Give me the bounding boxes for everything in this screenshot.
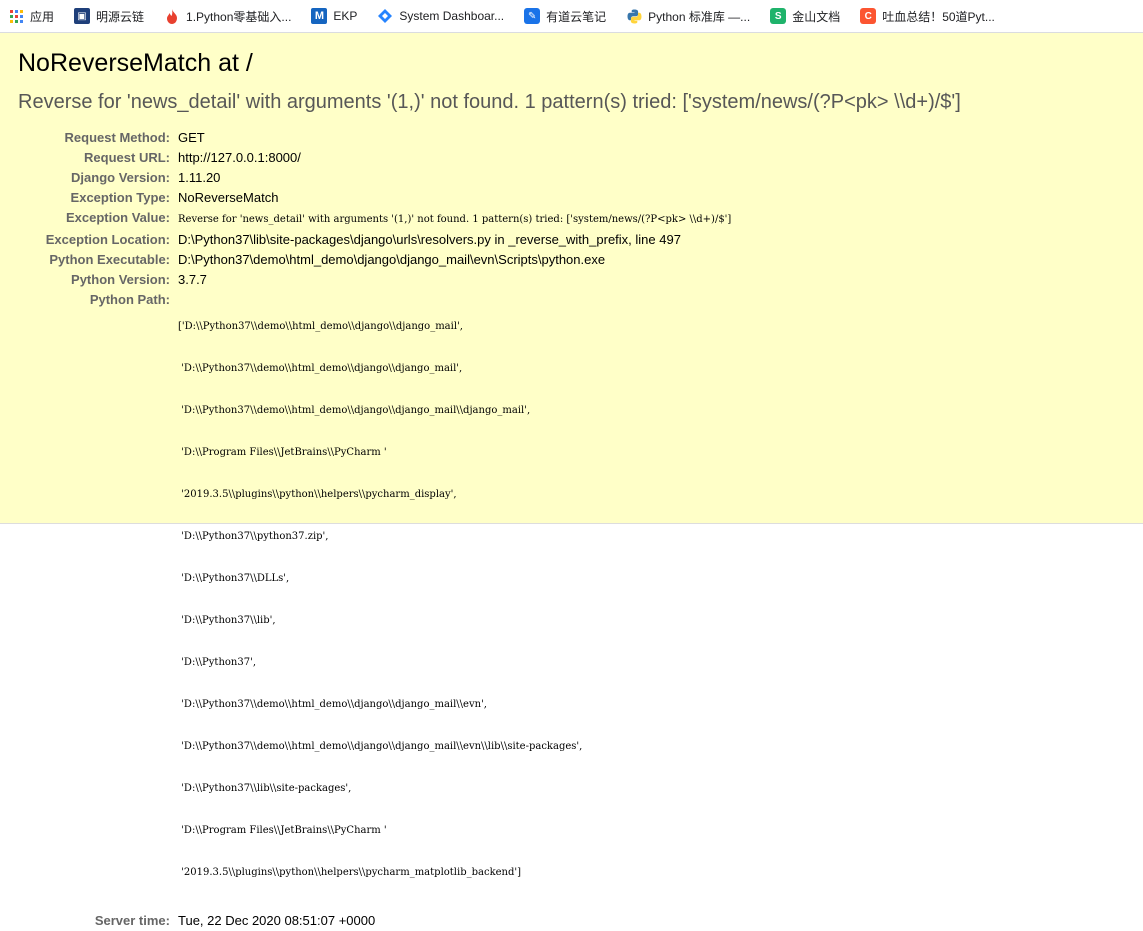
meta-value: Reverse for 'news_detail' with arguments… — [178, 214, 732, 225]
meta-label: Exception Type: — [70, 190, 170, 205]
apps-grid-icon — [8, 8, 24, 24]
bookmark-label: 金山文档 — [792, 9, 841, 24]
bookmark-python-stdlib[interactable]: Python 标准库 —... — [626, 8, 750, 25]
meta-value: D:\Python37\lib\site-packages\django\url… — [178, 232, 681, 247]
error-message: Reverse for 'news_detail' with arguments… — [18, 91, 961, 113]
python-path-entry: 'D:\\Python37\\python37.zip', — [178, 531, 329, 542]
python-path-entry: 'D:\\Python37\\lib', — [178, 615, 276, 626]
bookmark-label: System Dashboar... — [399, 9, 505, 23]
meta-value: 3.7.7 — [178, 272, 207, 287]
python-path-entry: '2019.3.5\\plugins\\python\\helpers\\pyc… — [178, 489, 457, 500]
meta-label: Exception Location: — [45, 232, 170, 247]
meta-row-python-version: Python Version: 3.7.7 — [18, 270, 731, 290]
meta-label: Request Method: — [64, 130, 170, 145]
meta-label: Exception Value: — [65, 210, 170, 225]
kingsoft-docs-icon: S — [770, 8, 787, 24]
csdn-c-icon: C — [860, 8, 877, 24]
python-path-entry: 'D:\\Python37\\demo\\html_demo\\django\\… — [178, 741, 583, 752]
error-title: NoReverseMatch at / — [18, 49, 253, 77]
meta-label: Python Executable: — [49, 252, 170, 267]
bookmark-csdn-article[interactable]: C 吐血总结！50道Pyt... — [860, 8, 995, 25]
meta-value: 1.11.20 — [178, 170, 221, 185]
python-path-entry: 'D:\\Python37\\demo\\html_demo\\django\\… — [178, 699, 487, 710]
python-path-entry: 'D:\\Python37\\demo\\html_demo\\django\\… — [178, 363, 463, 374]
python-path-entry: 'D:\\Program Files\\JetBrains\\PyCharm ' — [178, 825, 387, 836]
meta-label: Request URL: — [84, 150, 170, 165]
python-path-entry: 'D:\\Python37\\lib\\site-packages', — [178, 783, 352, 794]
bookmark-label: 应用 — [30, 9, 55, 24]
meta-row-request-method: Request Method: GET — [18, 128, 731, 148]
meta-row-exception-location: Exception Location: D:\Python37\lib\site… — [18, 230, 731, 250]
bookmark-label: Python 标准库 —... — [648, 9, 751, 24]
jira-diamond-icon — [377, 8, 393, 24]
bookmarks-bar: 应用 ▣ 明源云链 1.Python零基础入... M EKP System D… — [0, 0, 1143, 33]
python-logo-icon — [626, 8, 642, 24]
error-summary: NoReverseMatch at / Reverse for 'news_de… — [0, 33, 1143, 928]
meta-row-server-time: Server time: Tue, 22 Dec 2020 08:51:07 +… — [18, 911, 731, 931]
python-path-list: ['D:\\Python37\\demo\\html_demo\\django\… — [178, 292, 731, 908]
meta-label: Django Version: — [71, 170, 170, 185]
bookmark-mingyuan[interactable]: ▣ 明源云链 — [74, 8, 144, 25]
bookmark-label: 明源云链 — [96, 9, 145, 24]
bookmark-python-course[interactable]: 1.Python零基础入... — [164, 8, 291, 25]
python-path-entry: ['D:\\Python37\\demo\\html_demo\\django\… — [178, 321, 463, 332]
bookmark-label: EKP — [333, 9, 358, 23]
python-path-entry: 'D:\\Python37\\demo\\html_demo\\django\\… — [178, 405, 531, 416]
mingyuan-logo-icon: ▣ — [74, 8, 91, 24]
bookmark-label: 吐血总结！50道Pyt... — [882, 9, 995, 24]
meta-value: http://127.0.0.1:8000/ — [178, 150, 301, 165]
meta-label: Python Version: — [71, 272, 170, 287]
meta-value: GET — [178, 130, 205, 145]
youdao-note-icon: ✎ — [524, 8, 541, 24]
python-path-entry: 'D:\\Program Files\\JetBrains\\PyCharm ' — [178, 447, 387, 458]
bookmark-label: 有道云笔记 — [546, 9, 607, 24]
flame-icon — [164, 8, 180, 24]
meta-row-exception-type: Exception Type: NoReverseMatch — [18, 188, 731, 208]
meta-value: NoReverseMatch — [178, 190, 279, 205]
meta-row-request-url: Request URL: http://127.0.0.1:8000/ — [18, 148, 731, 168]
bookmark-youdao-note[interactable]: ✎ 有道云笔记 — [524, 8, 606, 25]
bookmark-kingsoft-docs[interactable]: S 金山文档 — [770, 8, 840, 25]
meta-label: Python Path: — [89, 292, 170, 307]
meta-row-python-executable: Python Executable: D:\Python37\demo\html… — [18, 250, 731, 270]
python-path-entry: 'D:\\Python37\\DLLs', — [178, 573, 290, 584]
request-meta-table: Request Method: GET Request URL: http://… — [18, 128, 732, 931]
bookmark-ekp[interactable]: M EKP — [311, 8, 357, 24]
meta-value: Tue, 22 Dec 2020 08:51:07 +0000 — [178, 913, 376, 928]
meta-row-django-version: Django Version: 1.11.20 — [18, 168, 731, 188]
meta-row-python-path: Python Path: ['D:\\Python37\\demo\\html_… — [18, 290, 731, 911]
meta-label: Server time: — [94, 913, 170, 928]
python-path-entry: '2019.3.5\\plugins\\python\\helpers\\pyc… — [178, 867, 522, 878]
bookmark-label: 1.Python零基础入... — [186, 9, 292, 24]
python-path-entry: 'D:\\Python37', — [178, 657, 257, 668]
meta-value: D:\Python37\demo\html_demo\django\django… — [178, 252, 606, 267]
bookmark-system-dashboard[interactable]: System Dashboar... — [377, 8, 504, 24]
bookmark-apps[interactable]: 应用 — [8, 8, 54, 25]
meta-row-exception-value: Exception Value: Reverse for 'news_detai… — [18, 208, 731, 230]
ekp-logo-icon: M — [311, 8, 328, 24]
